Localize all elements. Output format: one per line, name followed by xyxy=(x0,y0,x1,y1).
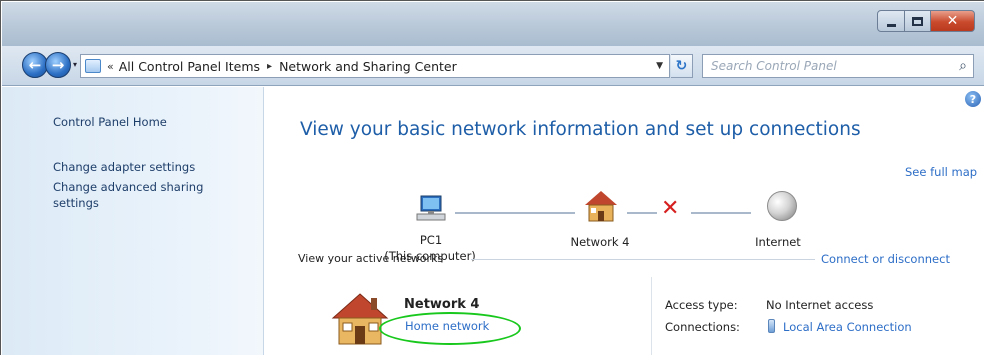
address-dropdown-icon[interactable]: ▼ xyxy=(656,61,663,71)
breadcrumb-network-and-sharing-center[interactable]: Network and Sharing Center xyxy=(279,59,457,74)
network-map-label: Network 4 xyxy=(570,235,630,249)
minimize-icon xyxy=(886,23,896,27)
local-area-connection-link[interactable]: Local Area Connection xyxy=(783,320,912,334)
connect-or-disconnect-link[interactable]: Connect or disconnect xyxy=(821,252,950,266)
active-network-name: Network 4 xyxy=(404,297,480,312)
sidebar: Control Panel Home Change adapter settin… xyxy=(2,87,264,355)
help-icon[interactable]: ? xyxy=(965,91,981,107)
breadcrumb-all-control-panel-items[interactable]: All Control Panel Items xyxy=(119,59,260,74)
highlight-ellipse xyxy=(379,312,521,345)
connections-label: Connections: xyxy=(665,320,740,334)
home-network-icon xyxy=(585,191,617,222)
refresh-button[interactable]: ↻ xyxy=(671,54,693,78)
computer-icon xyxy=(416,195,446,221)
recent-pages-dropdown-icon[interactable]: ▾ xyxy=(73,60,77,69)
access-type-label: Access type: xyxy=(665,298,738,312)
close-icon: ✕ xyxy=(946,13,959,29)
disconnected-x-icon: ✕ xyxy=(661,196,680,221)
search-input[interactable]: Search Control Panel ⌕ xyxy=(702,54,974,78)
breadcrumb-separator-icon[interactable]: ▸ xyxy=(267,61,272,72)
maximize-button[interactable] xyxy=(905,10,931,32)
navigation-bar: ← → ▾ « All Control Panel Items ▸ Networ… xyxy=(2,46,984,86)
section-divider xyxy=(471,259,815,260)
internet-globe-icon xyxy=(767,191,797,221)
network-adapter-icon xyxy=(768,319,775,333)
sidebar-item-control-panel-home[interactable]: Control Panel Home xyxy=(53,114,167,130)
search-placeholder: Search Control Panel xyxy=(711,59,837,73)
computer-name: PC1 xyxy=(419,233,443,247)
control-panel-icon xyxy=(85,59,101,73)
address-overflow-chevron[interactable]: « xyxy=(107,60,114,73)
window: ✕ ← → ▾ « All Control Panel Items ▸ Netw… xyxy=(0,0,984,355)
home-network-icon xyxy=(331,293,389,345)
sidebar-item-change-adapter-settings[interactable]: Change adapter settings xyxy=(53,159,195,175)
close-button[interactable]: ✕ xyxy=(931,10,975,32)
active-networks-title: View your active networks xyxy=(298,252,444,265)
connector-line xyxy=(691,212,751,214)
title-bar: ✕ xyxy=(2,2,984,46)
address-bar[interactable]: « All Control Panel Items ▸ Network and … xyxy=(80,54,670,78)
access-type-value: No Internet access xyxy=(766,298,874,312)
refresh-icon: ↻ xyxy=(675,58,688,74)
connector-line xyxy=(455,212,575,214)
back-arrow-icon: ← xyxy=(28,56,42,74)
internet-map-label: Internet xyxy=(755,235,801,249)
minimize-button[interactable] xyxy=(877,10,905,32)
maximize-icon xyxy=(912,16,923,26)
page-title: View your basic network information and … xyxy=(300,119,861,140)
see-full-map-link[interactable]: See full map xyxy=(905,165,977,179)
vertical-divider xyxy=(651,277,652,355)
sidebar-item-change-advanced-sharing-settings[interactable]: Change advanced sharing settings xyxy=(53,179,243,211)
forward-arrow-icon: → xyxy=(51,56,65,74)
forward-button[interactable]: → xyxy=(45,52,71,78)
main-content: ? View your basic network information an… xyxy=(265,87,984,355)
connector-line xyxy=(627,212,657,214)
search-icon[interactable]: ⌕ xyxy=(959,58,967,74)
window-controls: ✕ xyxy=(877,10,975,32)
